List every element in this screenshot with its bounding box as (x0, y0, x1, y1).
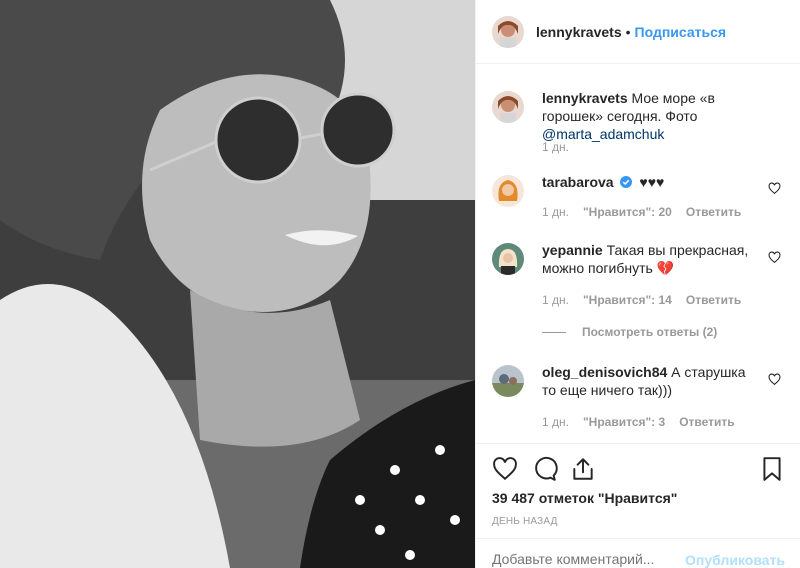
post-header: lennykravets • Подписаться (476, 0, 800, 64)
comment-like-icon[interactable] (768, 251, 781, 264)
view-replies-button[interactable]: Посмотреть ответы (2) (542, 325, 717, 339)
comment-likes[interactable]: "Нравится": 3 (583, 415, 665, 429)
author-avatar[interactable] (492, 15, 524, 48)
comment-likes[interactable]: "Нравится": 20 (583, 205, 672, 219)
comment-username[interactable]: oleg_denisovich84 (542, 364, 667, 380)
comment-item: tarabarova ♥♥♥ (492, 173, 787, 207)
reply-button[interactable]: Ответить (686, 293, 741, 307)
comment-icon[interactable] (532, 456, 558, 482)
comment-meta: 1 дн. "Нравится": 3 Ответить (542, 415, 735, 429)
view-replies-label: Посмотреть ответы (2) (582, 325, 718, 339)
comment-body: yepannie Такая вы прекрасная, можно поги… (542, 241, 757, 277)
comment-likes[interactable]: "Нравится": 14 (583, 293, 672, 307)
caption: lennykravets Мое море «в горошек» сегодн… (492, 89, 787, 143)
comment-avatar[interactable] (492, 365, 524, 397)
header-separator: • (625, 23, 631, 40)
comment-input[interactable] (492, 551, 682, 567)
add-comment-bar: Опубликовать (476, 538, 800, 568)
comment-item: yepannie Такая вы прекрасная, можно поги… (492, 241, 787, 277)
comment-avatar[interactable] (492, 175, 524, 207)
comment-like-icon[interactable] (768, 182, 781, 195)
comment-item: oleg_denisovich84 А старушка то еще ниче… (492, 363, 787, 399)
heart-icon[interactable] (492, 456, 518, 482)
comment-time[interactable]: 1 дн. (542, 293, 569, 307)
photo-illustration (0, 0, 475, 568)
caption-meta: 1 дн. (542, 140, 569, 154)
comment-username[interactable]: tarabarova (542, 174, 614, 190)
post-side-panel: lennykravets • Подписаться lennykravets … (475, 0, 800, 568)
caption-username[interactable]: lennykravets (542, 90, 628, 106)
post-actions: 39 487 отметок "Нравится" День назад Опу… (476, 443, 800, 568)
publish-button[interactable]: Опубликовать (685, 552, 785, 568)
replies-divider (542, 331, 566, 333)
comment-text: ♥♥♥ (639, 174, 665, 190)
post-photo[interactable] (0, 0, 475, 568)
follow-button[interactable]: Подписаться (635, 24, 727, 40)
caption-body: lennykravets Мое море «в горошек» сегодн… (542, 89, 757, 143)
caption-time[interactable]: 1 дн. (542, 140, 569, 154)
caption-avatar[interactable] (492, 91, 524, 123)
reply-button[interactable]: Ответить (686, 205, 741, 219)
comment-meta: 1 дн. "Нравится": 20 Ответить (542, 205, 741, 219)
comments-list[interactable]: lennykravets Мое море «в горошек» сегодн… (476, 65, 800, 443)
bookmark-icon[interactable] (759, 456, 785, 482)
comment-like-icon[interactable] (768, 373, 781, 386)
comment-body: tarabarova ♥♥♥ (542, 173, 757, 207)
likes-count[interactable]: 39 487 отметок "Нравится" (492, 490, 677, 506)
comment-body: oleg_denisovich84 А старушка то еще ниче… (542, 363, 757, 399)
reply-button[interactable]: Ответить (679, 415, 734, 429)
comment-meta: 1 дн. "Нравится": 14 Ответить (542, 293, 741, 307)
post-time[interactable]: День назад (492, 516, 558, 527)
comment-time[interactable]: 1 дн. (542, 205, 569, 219)
verified-badge-icon (620, 176, 633, 188)
author-username[interactable]: lennykravets (536, 24, 622, 40)
action-icons (492, 456, 785, 484)
share-icon[interactable] (570, 456, 596, 482)
comment-avatar[interactable] (492, 243, 524, 275)
comment-time[interactable]: 1 дн. (542, 415, 569, 429)
comment-username[interactable]: yepannie (542, 242, 603, 258)
